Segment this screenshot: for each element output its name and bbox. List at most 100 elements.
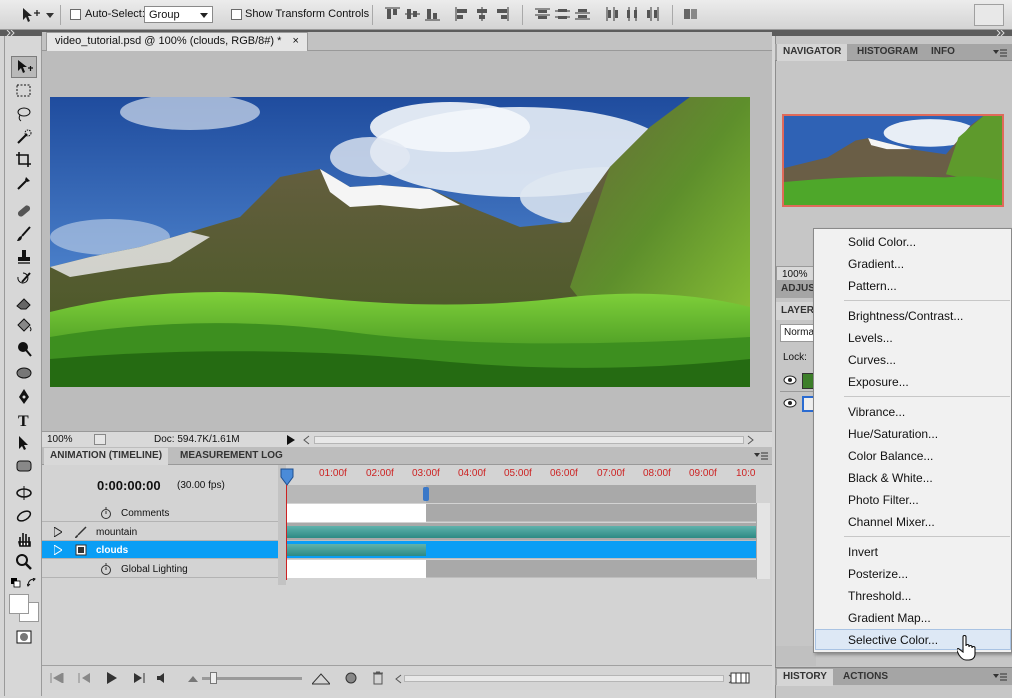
history-brush-tool-icon[interactable] xyxy=(11,269,37,291)
menu-item-brightness-contrast[interactable]: Brightness/Contrast... xyxy=(815,305,1011,326)
menu-item-curves[interactable]: Curves... xyxy=(815,349,1011,370)
menu-item-black-white[interactable]: Black & White... xyxy=(815,467,1011,488)
marquee-tool-icon[interactable] xyxy=(11,80,37,102)
distribute-left-icon[interactable] xyxy=(604,7,621,24)
default-colors-icon[interactable] xyxy=(11,578,21,591)
show-transform-checkbox[interactable] xyxy=(231,9,242,20)
menu-item-exposure[interactable]: Exposure... xyxy=(815,371,1011,392)
track-span[interactable] xyxy=(286,560,426,578)
menu-item-invert[interactable]: Invert xyxy=(815,541,1011,562)
first-frame-icon[interactable] xyxy=(50,673,64,683)
zoom-level[interactable]: 100% xyxy=(47,434,73,445)
path-selection-tool-icon[interactable] xyxy=(11,432,37,454)
crop-tool-icon[interactable] xyxy=(11,149,37,171)
auto-select-dropdown[interactable]: Group xyxy=(144,6,213,23)
shape-tool-icon[interactable] xyxy=(11,455,37,477)
timeline-track[interactable] xyxy=(286,504,756,522)
type-tool-icon[interactable]: T xyxy=(11,409,37,431)
landscape-image[interactable] xyxy=(50,97,750,387)
stopwatch-icon[interactable] xyxy=(100,507,112,519)
timeline-track[interactable] xyxy=(286,541,756,559)
menu-item-selective-color[interactable]: Selective Color... xyxy=(815,629,1011,650)
timeline-zoom-thumb[interactable] xyxy=(210,672,217,684)
eyedropper-tool-icon[interactable] xyxy=(11,172,37,194)
workspace-switcher[interactable] xyxy=(974,4,1004,26)
work-area-bar[interactable] xyxy=(286,485,426,503)
tab-layers[interactable]: LAYER xyxy=(776,302,816,320)
quick-selection-tool-icon[interactable] xyxy=(11,126,37,148)
tab-navigator[interactable]: NAVIGATOR xyxy=(777,44,848,61)
healing-brush-tool-icon[interactable] xyxy=(11,200,37,222)
convert-to-frames-icon[interactable] xyxy=(344,671,358,685)
menu-item-vibrance[interactable]: Vibrance... xyxy=(815,401,1011,422)
menu-item-hue-saturation[interactable]: Hue/Saturation... xyxy=(815,423,1011,444)
list-item[interactable]: Comments xyxy=(42,504,278,522)
dodge-tool-icon[interactable] xyxy=(11,338,37,360)
work-area-end-handle[interactable] xyxy=(423,487,429,501)
menu-item-levels[interactable]: Levels... xyxy=(815,327,1011,348)
distribute-horizontal-centers-icon[interactable] xyxy=(624,7,641,24)
list-item[interactable]: Global Lighting xyxy=(42,560,278,578)
3d-orbit-tool-icon[interactable] xyxy=(11,505,37,527)
frame-animation-toggle-icon[interactable] xyxy=(730,672,750,684)
panel-menu-icon[interactable] xyxy=(993,48,1007,58)
layer-row[interactable] xyxy=(780,370,816,392)
previous-frame-icon[interactable] xyxy=(78,673,92,683)
layer-duration-bar[interactable] xyxy=(286,544,426,556)
scroll-left-icon[interactable] xyxy=(394,674,402,684)
close-icon[interactable]: × xyxy=(292,35,298,47)
move-tool-preset-icon[interactable] xyxy=(20,6,42,24)
zoom-in-timeline-icon[interactable] xyxy=(312,673,330,685)
sponge-tool-icon[interactable] xyxy=(11,361,37,383)
play-icon[interactable] xyxy=(106,672,118,684)
layer-row[interactable] xyxy=(780,393,816,415)
paint-bucket-tool-icon[interactable] xyxy=(11,315,37,337)
menu-item-gradient-map[interactable]: Gradient Map... xyxy=(815,607,1011,628)
swap-colors-icon[interactable] xyxy=(26,577,37,591)
preset-chevron-down-icon[interactable] xyxy=(46,10,54,22)
document-tab[interactable]: video_tutorial.psd @ 100% (clouds, RGB/8… xyxy=(46,32,308,51)
stopwatch-icon[interactable] xyxy=(100,563,112,575)
timeline-ruler[interactable]: 01:00f 02:00f 03:00f 04:00f 05:00f 06:00… xyxy=(286,465,756,485)
blend-mode-dropdown[interactable]: Norma xyxy=(780,324,816,342)
timeline-track[interactable] xyxy=(286,523,756,541)
align-vertical-centers-icon[interactable] xyxy=(404,7,421,24)
distribute-vertical-centers-icon[interactable] xyxy=(554,7,571,24)
expand-arrow-icon[interactable] xyxy=(54,545,62,555)
align-horizontal-centers-icon[interactable] xyxy=(474,7,491,24)
lasso-tool-icon[interactable] xyxy=(11,103,37,125)
timeline-scrollbar[interactable] xyxy=(404,675,724,682)
clone-stamp-tool-icon[interactable] xyxy=(11,246,37,268)
hand-tool-icon[interactable] xyxy=(11,528,37,550)
playhead-handle-icon[interactable] xyxy=(280,468,294,486)
3d-rotate-tool-icon[interactable] xyxy=(11,482,37,504)
zoom-out-timeline-icon[interactable] xyxy=(188,675,198,683)
tab-animation-timeline[interactable]: ANIMATION (TIMELINE) xyxy=(44,448,169,465)
quick-mask-icon[interactable] xyxy=(11,626,37,648)
layer-duration-bar[interactable] xyxy=(286,526,756,538)
distribute-top-icon[interactable] xyxy=(534,7,551,24)
status-options-icon[interactable] xyxy=(94,434,106,445)
delete-icon[interactable] xyxy=(372,671,384,685)
tab-actions[interactable]: ACTIONS xyxy=(837,669,894,686)
panel-menu-icon[interactable] xyxy=(754,451,768,461)
scroll-right-icon[interactable] xyxy=(747,435,755,445)
pen-tool-icon[interactable] xyxy=(11,386,37,408)
move-tool-icon[interactable] xyxy=(11,56,37,78)
tab-histogram[interactable]: HISTOGRAM xyxy=(851,44,924,61)
brush-tool-icon[interactable] xyxy=(11,223,37,245)
tab-measurement-log[interactable]: MEASUREMENT LOG xyxy=(174,448,289,465)
menu-item-color-balance[interactable]: Color Balance... xyxy=(815,445,1011,466)
track-span[interactable] xyxy=(286,504,426,522)
tab-adjustments[interactable]: ADJUS xyxy=(776,280,816,298)
menu-item-gradient[interactable]: Gradient... xyxy=(815,253,1011,274)
foreground-color-swatch[interactable] xyxy=(9,594,29,614)
work-area-track[interactable] xyxy=(286,485,756,503)
distribute-right-icon[interactable] xyxy=(644,7,661,24)
auto-select-checkbox[interactable] xyxy=(70,9,81,20)
menu-item-threshold[interactable]: Threshold... xyxy=(815,585,1011,606)
expand-arrow-icon[interactable] xyxy=(54,527,62,537)
vertical-scrollbar[interactable] xyxy=(756,503,770,579)
menu-item-photo-filter[interactable]: Photo Filter... xyxy=(815,489,1011,510)
list-item[interactable]: mountain xyxy=(42,523,278,541)
